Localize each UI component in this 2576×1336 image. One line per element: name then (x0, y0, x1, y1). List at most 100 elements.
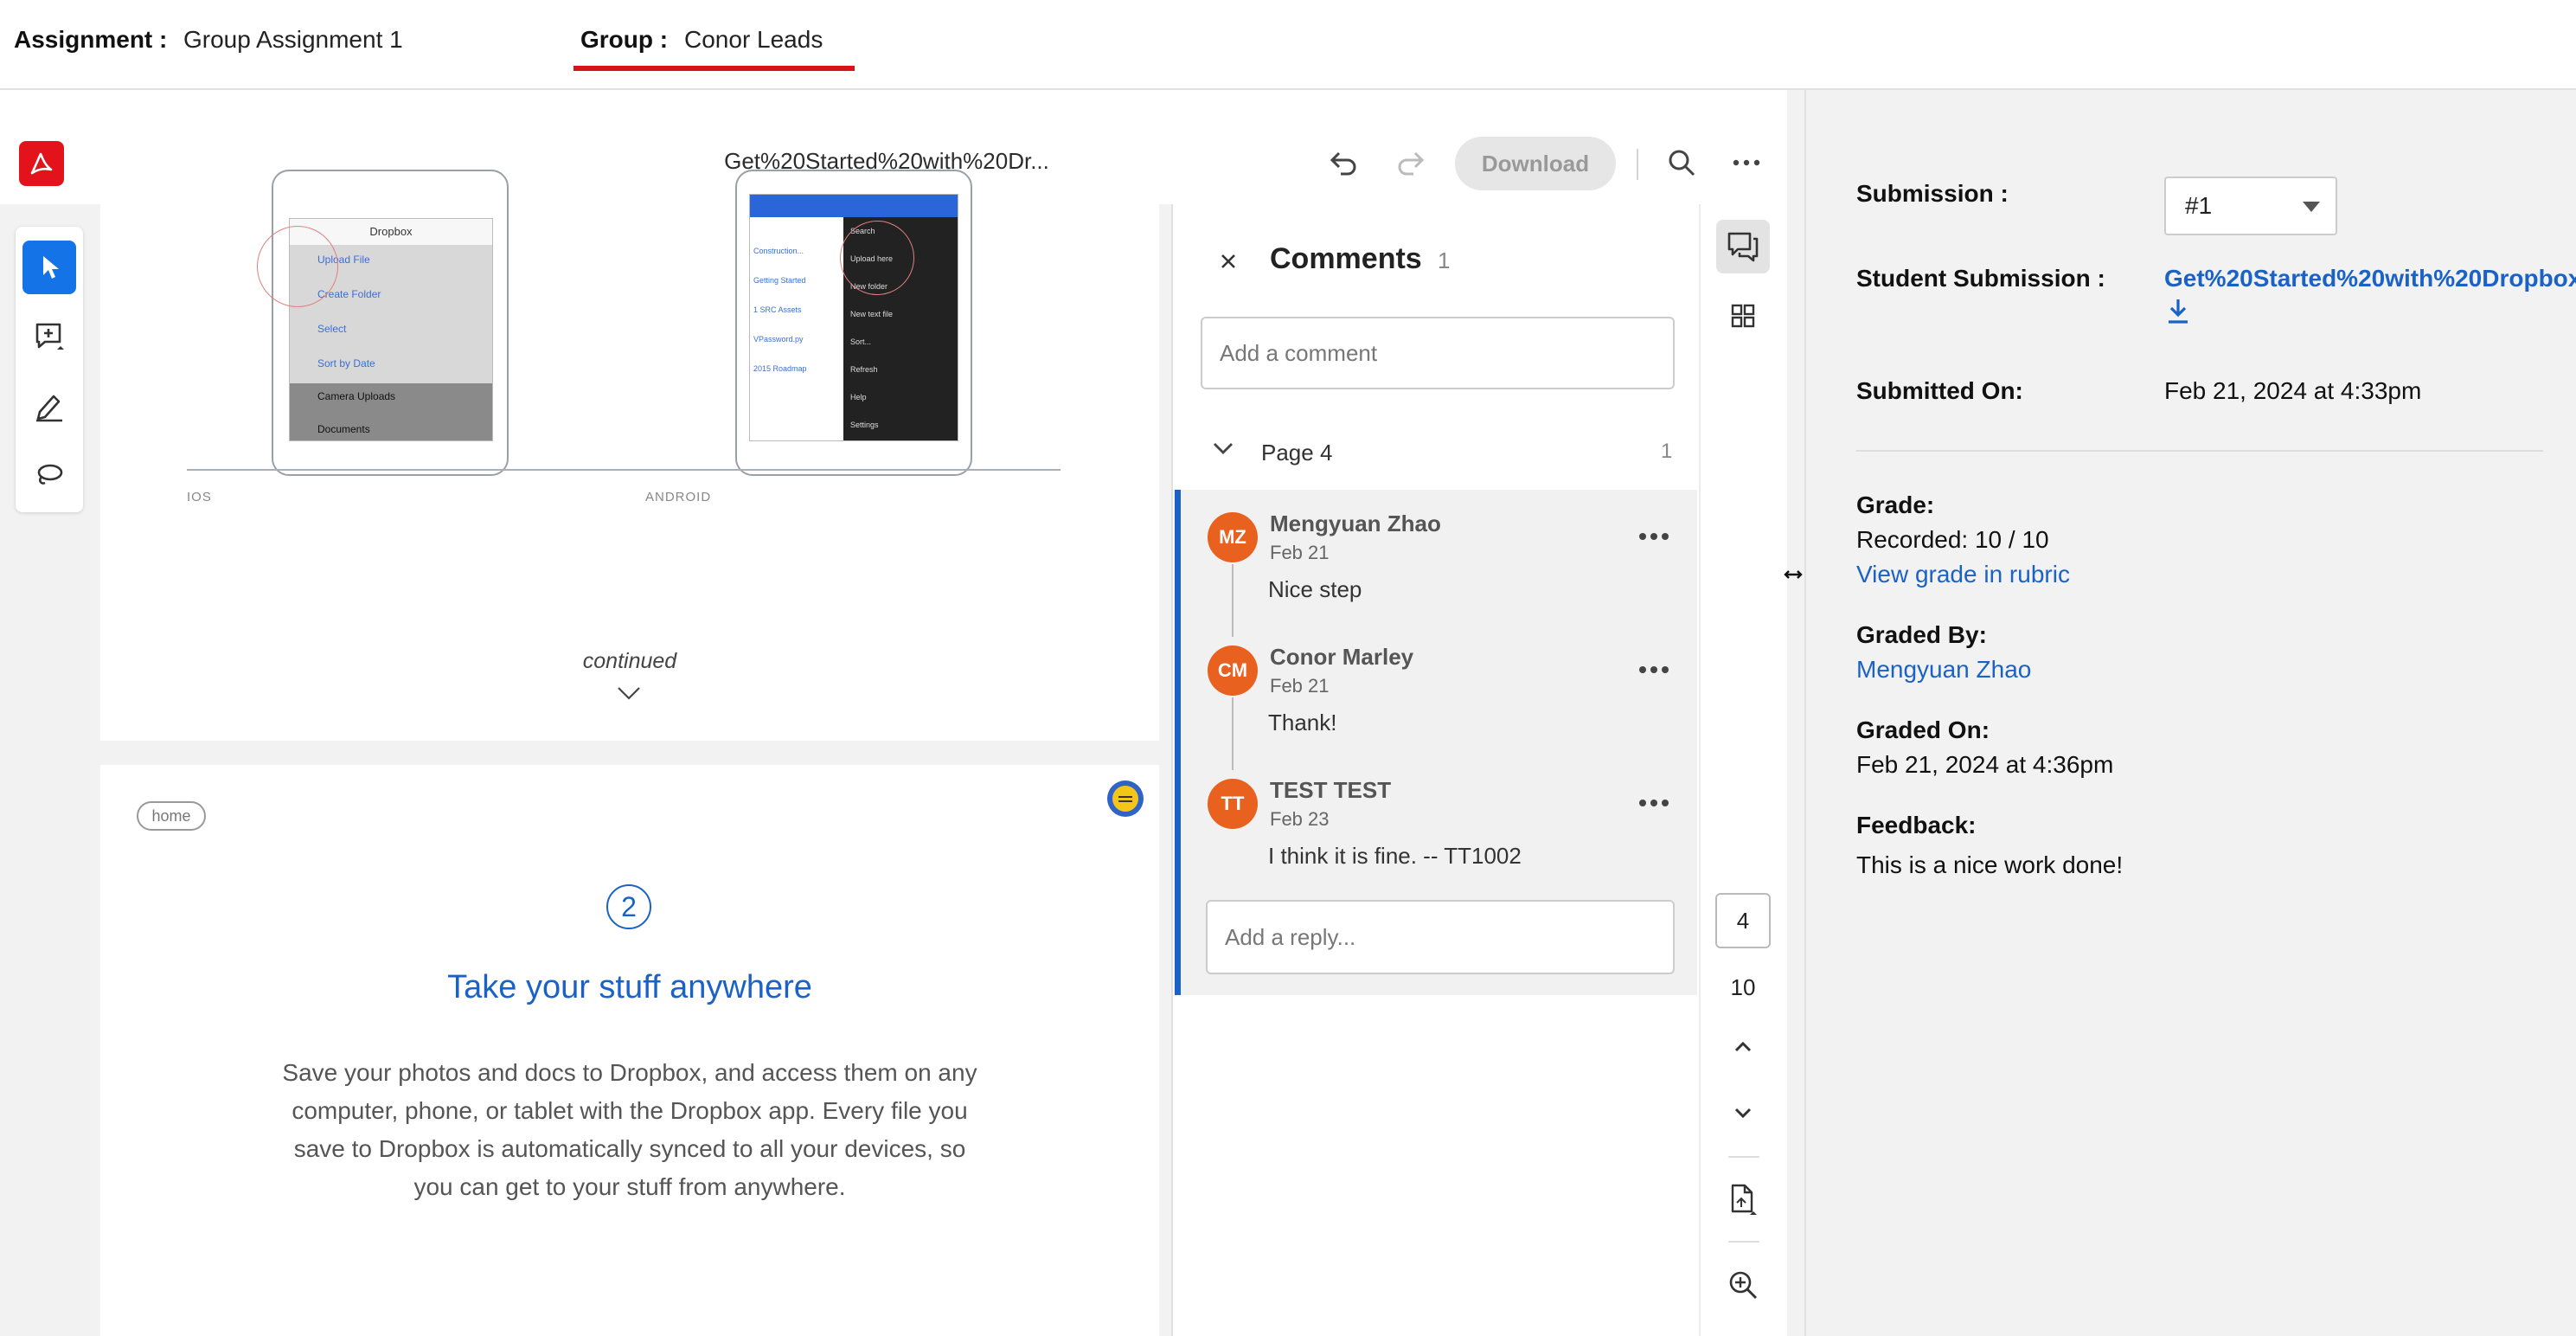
graded-by-label: Graded By: (1856, 621, 1987, 648)
ios-caption: IOS (187, 490, 212, 504)
viewer-right-rail (1699, 204, 1789, 1336)
highlight-tool-button[interactable] (22, 379, 76, 433)
avatar: CM (1208, 646, 1258, 696)
ios-menu-item: Select (317, 323, 347, 335)
assignment-label: Assignment : (14, 26, 168, 53)
more-options-icon[interactable] (1725, 147, 1768, 178)
comment-date: Feb 21 (1270, 542, 1330, 563)
avatar: TT (1208, 779, 1258, 829)
comment-author: Mengyuan Zhao (1270, 511, 1441, 536)
rail-divider (1728, 1241, 1759, 1243)
panel-splitter[interactable] (1787, 90, 1806, 1336)
close-icon[interactable] (1213, 246, 1244, 277)
chevron-down-icon[interactable] (1211, 440, 1235, 461)
reply-input[interactable]: Add a reply... (1206, 900, 1675, 974)
acrobat-logo-icon (19, 141, 64, 186)
comment-add-icon (35, 323, 64, 350)
add-comment-input[interactable]: Add a comment (1201, 317, 1675, 389)
total-pages: 10 (1730, 974, 1756, 1000)
more-options-icon[interactable] (1638, 796, 1669, 812)
grid-icon (1731, 304, 1755, 328)
search-icon[interactable] (1663, 144, 1701, 182)
graded-on-value: Feb 21, 2024 at 4:36pm (1856, 751, 2114, 778)
comments-toggle-button[interactable] (1716, 220, 1770, 273)
grade-value: Recorded: 10 / 10 (1856, 526, 2049, 553)
android-file-item: 1 SRC Assets (753, 305, 802, 314)
graded-on-label: Graded On: (1856, 716, 1990, 743)
android-file-item: VPassword.py (753, 335, 804, 344)
android-file-item: 2015 Roadmap (753, 364, 807, 373)
highlight-circle (840, 221, 914, 295)
group-tab-underline (574, 66, 855, 71)
page-tools-button[interactable] (1716, 1173, 1770, 1227)
ios-menu-item: Sort by Date (317, 357, 375, 369)
page-body-text: Save your photos and docs to Dropbox, an… (282, 1059, 977, 1200)
avatar: MZ (1208, 512, 1258, 562)
view-rubric-link[interactable]: View grade in rubric (1856, 561, 2070, 588)
student-submission-label: Student Submission : (1856, 265, 2105, 292)
submission-label: Submission : (1856, 180, 2009, 207)
info-divider (1856, 450, 2543, 452)
ios-phone-illustration: Dropbox Upload File Create Folder Select… (257, 170, 509, 476)
add-comment-tool-button[interactable] (22, 310, 76, 363)
comment-author: TEST TEST (1270, 777, 1392, 803)
ios-folder-item: Documents (317, 423, 370, 435)
android-baseline (645, 469, 1061, 471)
group-tab[interactable]: Group : Conor Leads (574, 17, 855, 69)
group-value: Conor Leads (684, 26, 823, 53)
chevron-down-icon (616, 685, 642, 705)
cursor-arrow-icon (43, 256, 59, 279)
ios-baseline (187, 469, 689, 471)
page-group-label[interactable]: Page 4 (1261, 440, 1332, 466)
assignment-value: Group Assignment 1 (183, 26, 403, 53)
download-icon[interactable] (2166, 298, 2190, 330)
android-file-item: Construction... (753, 247, 804, 255)
comment-marker-icon[interactable] (1107, 780, 1144, 817)
feedback-value: This is a nice work done! (1856, 851, 2124, 878)
select-tool-button[interactable] (22, 241, 76, 294)
student-submission-link[interactable]: Get%20Started%20with%20Dropbox (2164, 265, 2576, 292)
thumbnails-button[interactable] (1716, 289, 1770, 343)
android-menu-item: Refresh (850, 365, 878, 374)
android-phone-illustration: Construction... Getting Started 1 SRC As… (735, 170, 972, 476)
grade-label: Grade: (1856, 491, 1935, 518)
android-file-list: Construction... Getting Started 1 SRC As… (753, 236, 840, 383)
thread-connector (1232, 697, 1234, 770)
grader-link[interactable]: Mengyuan Zhao (1856, 656, 2031, 684)
more-options-icon[interactable] (1638, 663, 1669, 678)
submission-select[interactable]: #1 (2164, 177, 2337, 235)
annotation-tool-rail (16, 227, 83, 512)
submission-select-value: #1 (2185, 192, 2213, 219)
ios-screen: Dropbox Upload File Create Folder Select… (257, 218, 493, 441)
comment-author: Conor Marley (1270, 644, 1414, 670)
current-page-input[interactable]: 4 (1715, 893, 1771, 948)
group-label: Group : (580, 26, 669, 53)
comment-text: Thank! (1268, 710, 1337, 735)
previous-page-button[interactable] (1716, 1019, 1770, 1073)
chevron-up-icon (1734, 1041, 1752, 1052)
document-icon (1731, 1184, 1757, 1215)
zoom-in-icon (1729, 1271, 1757, 1299)
more-options-icon[interactable] (1638, 530, 1669, 545)
zoom-in-button[interactable] (1716, 1258, 1770, 1312)
document-page-3: Dropbox Upload File Create Folder Select… (100, 170, 1159, 741)
android-menu-item: Sort... (850, 337, 872, 346)
page-heading: Take your stuff anywhere (447, 969, 812, 1005)
undo-icon[interactable] (1322, 144, 1363, 182)
next-page-button[interactable] (1716, 1087, 1770, 1140)
android-caption: ANDROID (645, 490, 712, 504)
step-number: 2 (606, 884, 651, 929)
resize-horizontal-icon[interactable] (1784, 568, 1803, 586)
toolbar-divider (1637, 149, 1638, 180)
pen-icon (36, 395, 62, 422)
ios-dark-list: Camera Uploads Documents (290, 383, 492, 440)
submitted-on-label: Submitted On: (1856, 377, 2023, 404)
submitted-on-value: Feb 21, 2024 at 4:33pm (2164, 377, 2422, 404)
home-tag: home (137, 801, 206, 831)
comment-date: Feb 23 (1270, 808, 1330, 830)
comment-date: Feb 21 (1270, 675, 1330, 697)
lasso-tool-button[interactable] (22, 448, 76, 502)
redo-icon[interactable] (1391, 144, 1432, 182)
android-menu-item: Settings (850, 421, 879, 429)
download-button[interactable]: Download (1455, 137, 1616, 190)
